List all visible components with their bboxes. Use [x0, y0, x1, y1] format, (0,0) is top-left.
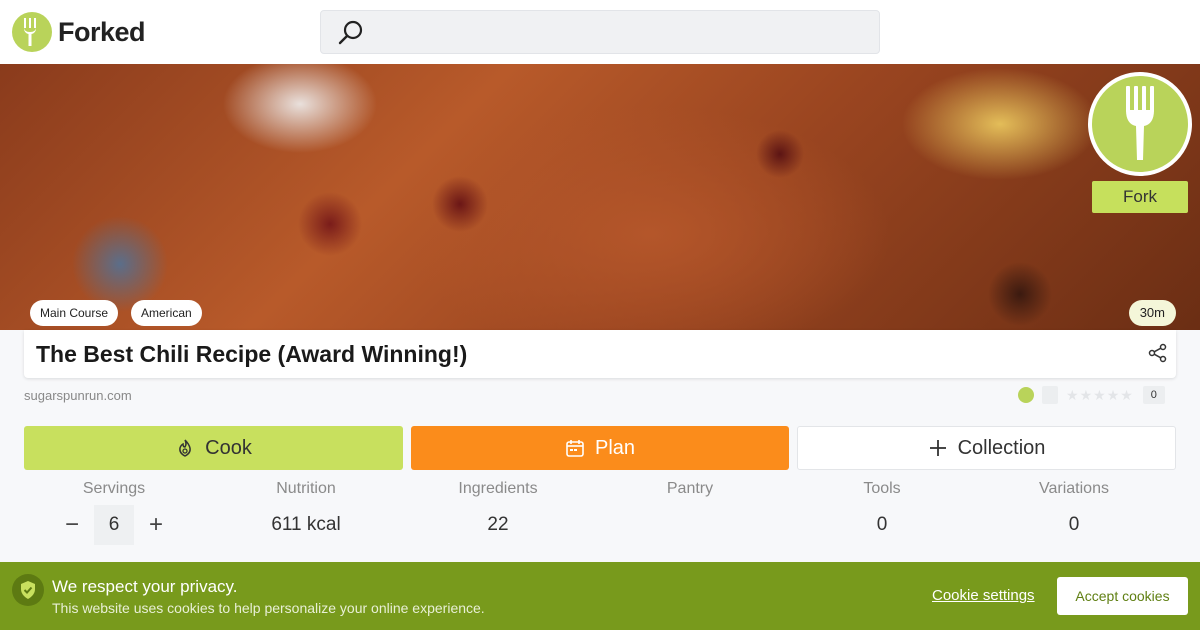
- star-icon[interactable]: ★: [1066, 386, 1079, 404]
- nutrition-value[interactable]: 611 kcal: [216, 514, 396, 536]
- variations-value[interactable]: 0: [984, 514, 1164, 536]
- fork-icon: [1126, 86, 1154, 160]
- tools-value[interactable]: 0: [792, 514, 972, 536]
- rating-count: 0: [1142, 386, 1165, 404]
- flame-icon: [179, 439, 192, 457]
- tag-cuisine[interactable]: American: [131, 300, 202, 326]
- rating-row: ★ ★ ★ ★ ★ 0: [1018, 386, 1165, 404]
- top-header: Forked: [0, 0, 1200, 64]
- fork-button[interactable]: Fork: [1092, 181, 1188, 213]
- fork-icon: [12, 12, 52, 52]
- calendar-icon: [566, 440, 584, 457]
- plan-button-label: Plan: [594, 436, 636, 459]
- servings-stepper: − 6 +: [52, 505, 176, 545]
- recipe-source-link[interactable]: sugarspunrun.com: [24, 388, 132, 403]
- ingredients-label[interactable]: Ingredients: [408, 480, 588, 498]
- time-badge: 30m: [1128, 300, 1176, 326]
- cook-button-label: Cook: [205, 436, 252, 459]
- collection-button-label: Collection: [957, 436, 1046, 459]
- plan-button[interactable]: Plan: [411, 426, 789, 470]
- star-rating[interactable]: ★ ★ ★ ★ ★: [1066, 386, 1133, 404]
- servings-value[interactable]: 6: [94, 505, 134, 545]
- decrease-servings-button[interactable]: −: [52, 505, 92, 545]
- nutrition-label[interactable]: Nutrition: [216, 480, 396, 498]
- cook-button[interactable]: Cook: [24, 426, 403, 470]
- tools-label[interactable]: Tools: [792, 480, 972, 498]
- add-to-collection-button[interactable]: Collection: [797, 426, 1176, 470]
- pantry-label[interactable]: Pantry: [600, 480, 780, 498]
- star-icon[interactable]: ★: [1080, 386, 1093, 404]
- cookie-banner: We respect your privacy. This website us…: [0, 562, 1200, 630]
- increase-servings-button[interactable]: +: [136, 505, 176, 545]
- rating-placeholder: [1042, 386, 1058, 404]
- star-icon[interactable]: ★: [1107, 386, 1120, 404]
- title-card: The Best Chili Recipe (Award Winning!): [24, 330, 1176, 378]
- recipe-hero-image: Main Course American 30m: [0, 64, 1200, 330]
- cookie-text: This website uses cookies to help person…: [52, 600, 485, 616]
- cookie-title: We respect your privacy.: [52, 577, 238, 596]
- shield-check-icon: [12, 574, 44, 606]
- accept-cookies-button[interactable]: Accept cookies: [1057, 577, 1188, 615]
- tag-course[interactable]: Main Course: [30, 300, 119, 326]
- leaf-icon: [1018, 387, 1034, 403]
- search-icon: [337, 19, 365, 52]
- ingredients-value[interactable]: 22: [408, 514, 588, 536]
- logo-text: Forked: [58, 16, 146, 47]
- cookie-settings-link[interactable]: Cookie settings: [932, 587, 1035, 604]
- plus-icon: [929, 440, 946, 456]
- star-icon[interactable]: ★: [1120, 386, 1133, 404]
- star-icon[interactable]: ★: [1093, 386, 1106, 404]
- share-icon[interactable]: [1148, 343, 1168, 368]
- servings-label: Servings: [82, 480, 146, 497]
- logo[interactable]: Forked: [12, 12, 146, 52]
- recipe-title: The Best Chili Recipe (Award Winning!): [36, 341, 468, 367]
- variations-label[interactable]: Variations: [984, 480, 1164, 498]
- search-input[interactable]: [320, 10, 880, 54]
- fork-avatar: [1088, 72, 1192, 176]
